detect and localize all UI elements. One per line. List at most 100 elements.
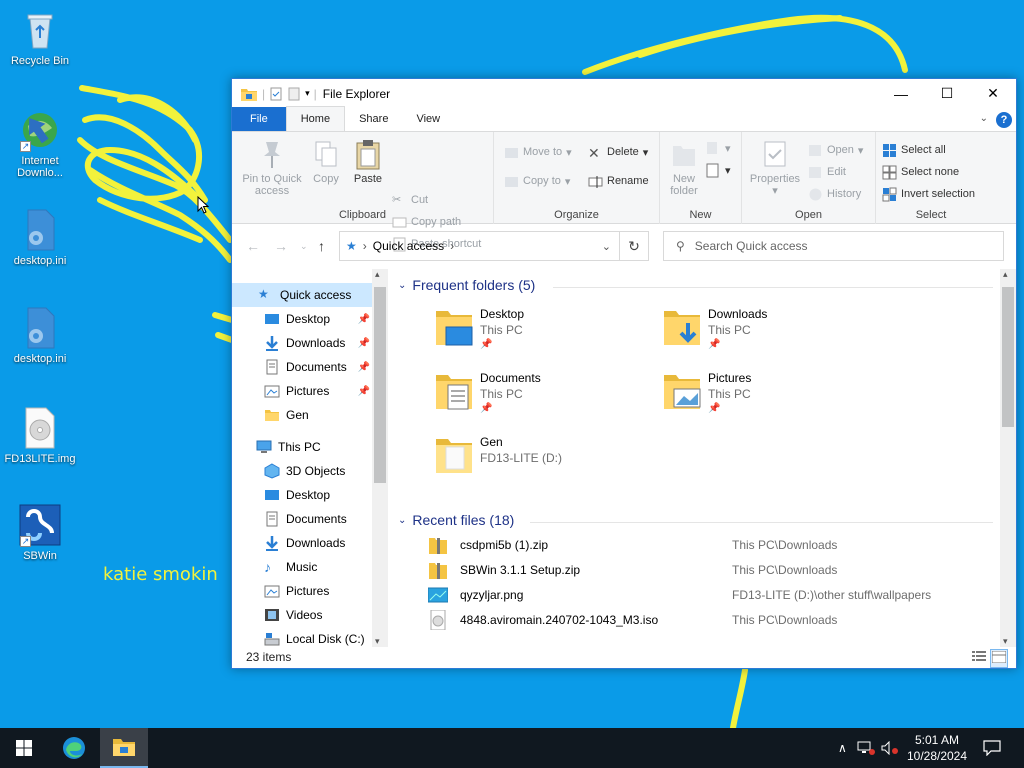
delete-button[interactable]: ✕ Delete ▾ (588, 142, 648, 162)
network-icon[interactable] (857, 741, 875, 755)
desktop-icon-internet-download-manager[interactable]: ↗ Internet Downlo... (2, 108, 78, 179)
move-to-button[interactable]: Move to ▾ (504, 142, 572, 162)
nav-pc-documents[interactable]: Documents (232, 507, 372, 531)
back-arrow-icon[interactable]: ← (246, 238, 260, 254)
nav-pinned-documents[interactable]: Documents 📌 (232, 355, 372, 379)
properties-button[interactable]: Properties ▾ (746, 138, 804, 197)
dropdown-arrow-icon: ▾ (857, 144, 864, 157)
pictures-icon (264, 383, 280, 399)
frequent-folder-downloads[interactable]: Downloads This PC 📌 (662, 305, 882, 361)
nav-pinned-downloads[interactable]: Downloads 📌 (232, 331, 372, 355)
frequent-folder-pictures[interactable]: Pictures This PC 📌 (662, 369, 882, 425)
nav-pc-videos[interactable]: Videos (232, 603, 372, 627)
nav-pc-desktop[interactable]: Desktop (232, 483, 372, 507)
tab-share[interactable]: Share (345, 107, 402, 131)
copy-to-button[interactable]: Copy to ▾ (504, 171, 570, 191)
search-input[interactable]: Search Quick access (695, 239, 808, 253)
paste-button[interactable]: Paste (350, 138, 386, 185)
music-note-icon: ♪ (264, 559, 271, 575)
pin-to-quick-access-button[interactable]: Pin to Quick access (238, 138, 306, 197)
notifications-button[interactable] (970, 728, 1014, 768)
frequent-folder-gen[interactable]: Gen FD13-LITE (D:) (434, 433, 654, 489)
minimize-button[interactable]: — (878, 79, 924, 108)
large-icons-view-icon[interactable] (990, 649, 1008, 668)
invert-selection-button[interactable]: Invert selection (882, 184, 975, 204)
search-box[interactable]: ⚲ Search Quick access (663, 231, 1004, 261)
desktop-icon-fd13lite-img[interactable]: FD13LITE.img (2, 406, 78, 465)
forward-arrow-icon[interactable]: → (274, 238, 288, 254)
desktop-icon-sbwin[interactable]: ↗ SBWin (2, 503, 78, 562)
open-button[interactable]: Open ▾ (808, 140, 863, 160)
shortcut-arrow-icon: ↗ (20, 536, 31, 547)
dropdown-arrow-icon: ▾ (772, 185, 778, 197)
recent-locations-chevron-icon[interactable]: ⌄ (300, 241, 308, 252)
scroll-up-arrow-icon[interactable]: ▴ (1003, 269, 1008, 280)
dropdown-arrow-icon: ▾ (564, 175, 571, 188)
close-button[interactable]: ✕ (970, 79, 1016, 108)
settings-file-icon (18, 306, 62, 350)
easy-access-button[interactable]: ▾ (706, 160, 731, 180)
tab-view[interactable]: View (402, 107, 454, 131)
history-button[interactable]: History (808, 184, 861, 204)
content-scroll-thumb[interactable] (1002, 287, 1014, 427)
new-item-button[interactable]: ▾ (706, 138, 731, 158)
tab-file[interactable]: File (232, 107, 286, 131)
nav-pinned-desktop[interactable]: Desktop 📌 (232, 307, 372, 331)
tab-home[interactable]: Home (285, 106, 346, 131)
breadcrumb-quick-access[interactable]: Quick access (373, 239, 444, 253)
taskbar-edge-button[interactable] (50, 728, 98, 768)
nav-this-pc[interactable]: This PC (232, 435, 372, 459)
maximize-button[interactable]: ☐ (924, 79, 970, 108)
zip-folder-icon (428, 535, 448, 555)
frequent-folder-desktop[interactable]: Desktop This PC 📌 (434, 305, 654, 361)
nav-pane-scroll-thumb[interactable] (374, 287, 386, 483)
nav-pc-music[interactable]: ♪ Music (232, 555, 372, 579)
recent-file-row[interactable]: csdpmi5b (1).zip This PC\Downloads (428, 533, 988, 557)
desktop-icon-desktop-ini-1[interactable]: desktop.ini (2, 208, 78, 267)
help-button[interactable]: ? (996, 112, 1012, 128)
frequent-folder-documents[interactable]: Documents This PC 📌 (434, 369, 654, 425)
title-bar[interactable]: | ▾ | File Explorer — ☐ ✕ (232, 79, 1016, 108)
nav-pinned-gen[interactable]: Gen (232, 403, 372, 427)
details-view-icon[interactable] (972, 650, 986, 665)
cut-button[interactable]: ✂ Cut (392, 190, 428, 210)
refresh-button[interactable]: ↻ (619, 231, 649, 261)
copy-button[interactable]: Copy (310, 138, 342, 185)
new-folder-button[interactable]: New folder (664, 138, 704, 197)
recent-file-row[interactable]: 4848.aviromain.240702-1043_M3.iso This P… (428, 608, 988, 632)
nav-pane-scrollbar[interactable]: ▴ ▾ (372, 269, 388, 647)
up-arrow-icon[interactable]: ↑ (318, 238, 325, 254)
frequent-folders-header[interactable]: ⌄ Frequent folders (5) (398, 277, 535, 293)
address-bar[interactable]: ★ › Quick access › ⌄ (339, 231, 620, 261)
scroll-up-arrow-icon[interactable]: ▴ (375, 269, 380, 280)
address-dropdown-icon[interactable]: ⌄ (602, 240, 611, 253)
desktop-icon-recycle-bin[interactable]: Recycle Bin (2, 8, 78, 67)
nav-local-disk-c[interactable]: Local Disk (C:) (232, 627, 372, 647)
nav-pinned-pictures[interactable]: Pictures 📌 (232, 379, 372, 403)
recent-file-row[interactable]: SBWin 3.1.1 Setup.zip This PC\Downloads (428, 558, 988, 582)
edit-button[interactable]: Edit (808, 162, 846, 182)
rename-button[interactable]: Rename (588, 171, 649, 191)
nav-quick-access[interactable]: ★ Quick access (232, 283, 372, 307)
start-button[interactable] (0, 728, 48, 768)
breadcrumb-chevron-icon: › (362, 239, 367, 253)
content-scrollbar[interactable]: ▴ ▾ (1000, 269, 1016, 647)
recent-file-row[interactable]: qyzyljar.png FD13-LITE (D:)\other stuff\… (427, 583, 988, 607)
volume-muted-icon[interactable] (881, 741, 899, 755)
videos-film-icon (264, 607, 280, 623)
properties-check-icon[interactable] (269, 87, 283, 101)
select-none-button[interactable]: Select none (882, 162, 959, 182)
desktop-icon-desktop-ini-2[interactable]: desktop.ini (2, 306, 78, 365)
taskbar: ∧ 5:01 AM 10/28/2024 (0, 728, 1024, 768)
new-folder-small-icon[interactable] (287, 87, 301, 101)
recent-files-header[interactable]: ⌄ Recent files (18) (398, 512, 514, 528)
taskbar-file-explorer-button[interactable] (100, 728, 148, 768)
customize-toolbar-chevron-icon[interactable]: ▾ (305, 88, 310, 99)
taskbar-clock[interactable]: 5:01 AM 10/28/2024 (905, 732, 969, 764)
nav-pc-downloads[interactable]: Downloads (232, 531, 372, 555)
expand-ribbon-chevron-icon[interactable]: ⌄ (980, 113, 988, 124)
show-hidden-icons-chevron-icon[interactable]: ∧ (838, 741, 847, 755)
select-all-button[interactable]: Select all (882, 140, 946, 160)
nav-pc-pictures[interactable]: Pictures (232, 579, 372, 603)
nav-3d-objects[interactable]: 3D Objects (232, 459, 372, 483)
